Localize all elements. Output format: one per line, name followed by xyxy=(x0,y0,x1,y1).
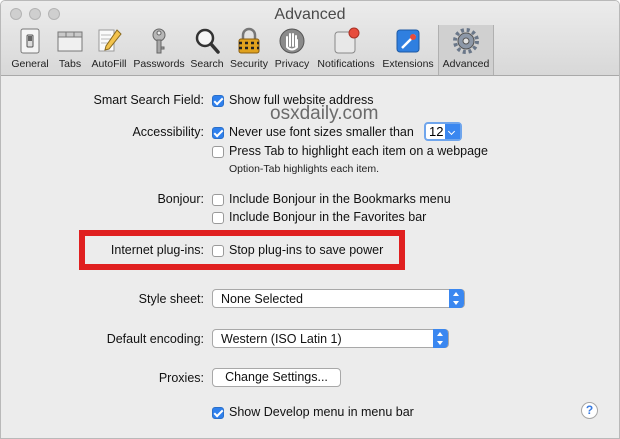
tab-privacy[interactable]: Privacy xyxy=(272,25,312,75)
bonjour-label: Bonjour: xyxy=(157,192,204,206)
watermark: osxdaily.com xyxy=(270,103,379,124)
pencil-icon xyxy=(98,29,122,52)
accessibility-label: Accessibility: xyxy=(132,125,204,139)
tab-label: Privacy xyxy=(274,58,310,70)
help-button[interactable]: ? xyxy=(581,402,598,419)
develop-menu-checkbox[interactable] xyxy=(212,407,224,419)
chevron-down-icon xyxy=(445,124,460,139)
font-size-value: 12 xyxy=(429,124,444,139)
show-full-address-checkbox[interactable] xyxy=(212,95,224,107)
encoding-value: Western (ISO Latin 1) xyxy=(221,332,342,346)
min-font-size-checkbox[interactable] xyxy=(212,127,224,139)
tab-label: Extensions xyxy=(382,58,434,70)
key-icon xyxy=(152,28,166,54)
tab-general[interactable]: General xyxy=(7,25,53,75)
tabs-icon xyxy=(57,31,83,52)
extensions-icon xyxy=(396,29,420,53)
tab-label: Security xyxy=(230,58,268,70)
tab-notifications[interactable]: Notifications xyxy=(314,25,378,75)
bonjour-favorites-label: Include Bonjour in the Favorites bar xyxy=(229,210,427,224)
bonjour-bookmarks-checkbox[interactable] xyxy=(212,194,224,206)
style-sheet-select[interactable]: None Selected xyxy=(212,289,465,308)
font-size-select[interactable]: 12 xyxy=(424,122,462,141)
titlebar: Advanced General Tabs AutoFill Passwords… xyxy=(1,1,619,76)
tab-label: Advanced xyxy=(442,58,490,70)
window-title: Advanced xyxy=(274,6,346,23)
lock-icon xyxy=(238,27,260,54)
tab-label: General xyxy=(11,58,49,70)
proxies-label: Proxies: xyxy=(158,371,204,385)
bonjour-favorites-checkbox[interactable] xyxy=(212,212,224,224)
switch-icon xyxy=(20,28,40,54)
preferences-window: Advanced General Tabs AutoFill Passwords… xyxy=(0,0,620,439)
tab-extensions[interactable]: Extensions xyxy=(380,25,436,75)
toolbar: General Tabs AutoFill Passwords Search S… xyxy=(1,25,619,75)
encoding-select[interactable]: Western (ISO Latin 1) xyxy=(212,329,449,348)
updown-icon xyxy=(449,289,464,308)
tab-passwords[interactable]: Passwords xyxy=(132,25,186,75)
style-sheet-label: Style sheet: xyxy=(138,292,204,306)
bonjour-bookmarks-label: Include Bonjour in the Bookmarks menu xyxy=(229,192,451,206)
tab-label: AutoFill xyxy=(91,58,127,70)
notification-icon xyxy=(334,27,360,54)
develop-menu-label: Show Develop menu in menu bar xyxy=(229,405,414,419)
tab-label: Tabs xyxy=(58,58,82,70)
tab-security[interactable]: Security xyxy=(227,25,271,75)
tab-highlight-label: Press Tab to highlight each item on a we… xyxy=(229,144,488,158)
tab-label: Notifications xyxy=(317,58,375,70)
min-font-size-label: Never use font sizes smaller than xyxy=(229,125,414,139)
hand-icon xyxy=(279,28,305,54)
annotation-highlight-box xyxy=(79,230,405,270)
magnifier-icon xyxy=(195,28,220,54)
tab-highlight-checkbox[interactable] xyxy=(212,146,224,158)
tab-autofill[interactable]: AutoFill xyxy=(87,25,131,75)
smart-search-label: Smart Search Field: xyxy=(93,93,204,107)
change-settings-button[interactable]: Change Settings... xyxy=(212,368,341,387)
tab-highlight-hint: Option-Tab highlights each item. xyxy=(229,163,379,175)
tab-label: Search xyxy=(190,58,224,70)
style-sheet-value: None Selected xyxy=(221,292,304,306)
tab-label: Passwords xyxy=(133,58,185,70)
tab-tabs[interactable]: Tabs xyxy=(53,25,87,75)
gear-icon xyxy=(453,28,479,54)
updown-icon xyxy=(433,329,448,348)
tab-search[interactable]: Search xyxy=(188,25,226,75)
encoding-label: Default encoding: xyxy=(106,332,204,346)
tab-advanced[interactable]: Advanced xyxy=(438,25,494,75)
